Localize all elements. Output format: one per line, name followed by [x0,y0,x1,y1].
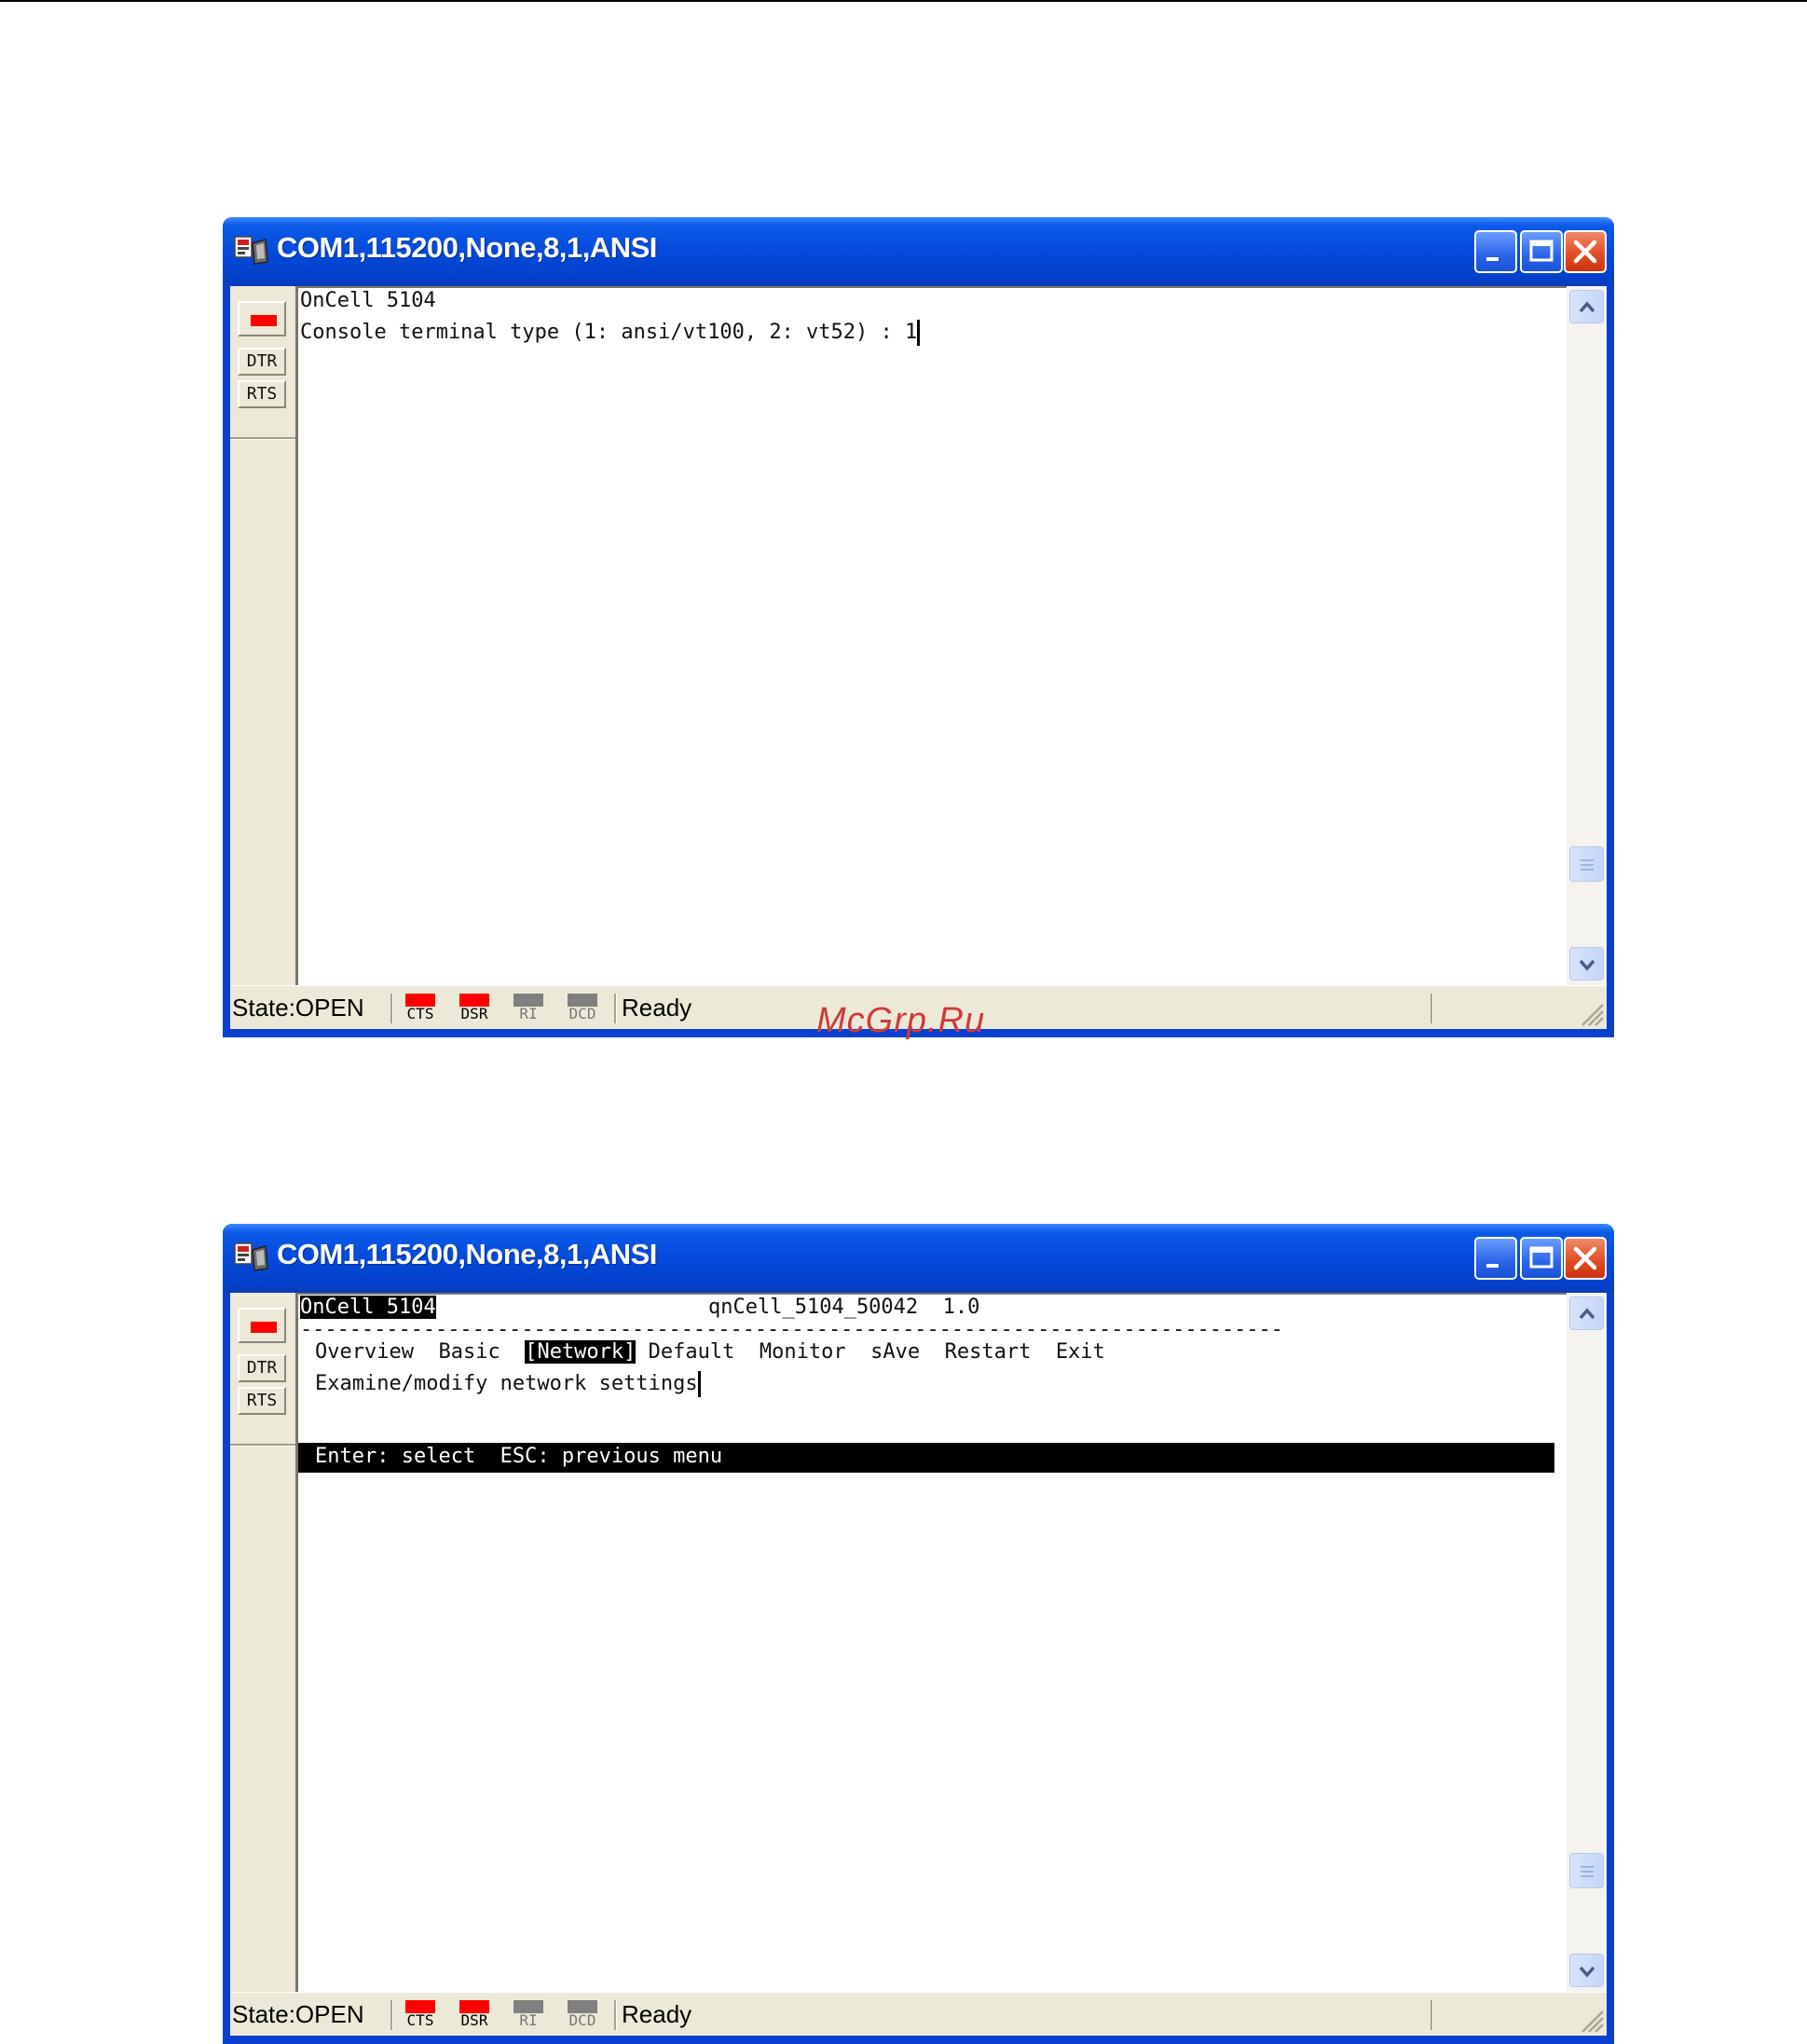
status-divider [390,994,393,1023]
maximize-button[interactable] [1520,1237,1563,1280]
menu-item-save[interactable]: sAve [870,1340,920,1364]
ready-status: Ready [622,994,692,1022]
scroll-up-button[interactable] [1569,290,1604,323]
dsr-indicator: DSR [458,2000,491,2032]
ready-status: Ready [622,2000,692,2028]
status-divider [390,2000,393,2030]
minimize-icon [1486,257,1499,261]
window-client-area: DTR RTS OnCell 5104 Console terminal typ… [230,286,1607,1029]
chevron-up-icon [1579,1308,1595,1320]
prompt-text: Console terminal type (1: ansi/vt100, 2:… [300,321,918,344]
scroll-thumb[interactable] [1569,846,1604,882]
dtr-button[interactable]: DTR [238,348,286,376]
help-text: Enter: select ESC: previous menu [315,1445,723,1468]
text-cursor [697,1371,701,1397]
dcd-indicator: DCD [566,2000,599,2032]
close-icon [1573,1246,1597,1270]
page-top-rule [0,0,1807,2]
terminal-screen[interactable]: OnCell 5104 qnCell_5104_50042 1.0 ------… [295,1293,1567,1992]
terminal-window-1: COM1,115200,None,8,1,ANSI DTR RTS OnCell… [223,217,1614,1037]
scroll-up-button[interactable] [1569,1296,1604,1330]
close-button[interactable] [1564,1237,1607,1280]
title-bar[interactable]: COM1,115200,None,8,1,ANSI [223,1224,1614,1293]
dcd-indicator: DCD [566,994,599,1025]
watermark: McGrp.Ru [816,1001,986,1040]
minimize-button[interactable] [1474,1237,1517,1280]
vertical-scrollbar[interactable] [1567,1293,1607,1992]
chevron-down-icon [1579,1966,1595,1978]
resize-grip-icon[interactable] [1577,2006,1605,2034]
menu-item-exit[interactable]: Exit [1056,1340,1105,1364]
menu-item-monitor[interactable]: Monitor [760,1340,846,1364]
menu-item-network[interactable]: [Network] [525,1340,637,1364]
chevron-up-icon [1579,301,1595,313]
rts-button[interactable]: RTS [238,1387,286,1415]
cts-indicator: CTS [404,2000,437,2032]
chevron-down-icon [1579,959,1595,971]
connection-led[interactable] [238,301,286,336]
help-bar: Enter: select ESC: previous menu [298,1443,1554,1473]
terminal-window-2: COM1,115200,None,8,1,ANSI DTR RTS OnCell… [223,1224,1614,2044]
terminal-app-icon [234,236,268,265]
menu-description-line: Examine/modify network settings [315,1371,701,1397]
menu-item-default[interactable]: Default [649,1340,735,1364]
terminal-app-icon [234,1242,268,1271]
menu-item-overview[interactable]: Overview [315,1340,414,1364]
status-divider [1431,2000,1433,2030]
menu-item-restart[interactable]: Restart [945,1340,1032,1364]
status-divider [1431,994,1433,1023]
main-menu: Overview Basic [Network] Default Monitor… [315,1339,1105,1365]
panel-divider [230,437,295,440]
window-title: COM1,115200,None,8,1,ANSI [277,231,657,264]
led-lamp [251,315,277,326]
resize-grip-icon[interactable] [1577,999,1605,1027]
device-name: OnCell 5104 [300,1296,436,1319]
status-bar: State:OPEN CTS DSR RI DCD Ready [230,1992,1607,2036]
maximize-icon [1529,240,1554,262]
ri-indicator: RI [512,2000,545,2032]
ri-indicator: RI [512,994,545,1025]
minimize-button[interactable] [1474,230,1517,273]
title-bar[interactable]: COM1,115200,None,8,1,ANSI [223,217,1614,286]
menu-item-basic[interactable]: Basic [438,1340,500,1364]
text-cursor [917,320,921,346]
window-client-area: DTR RTS OnCell 5104 qnCell_5104_50042 1.… [230,1293,1607,2036]
terminal-prompt-line: Console terminal type (1: ansi/vt100, 2:… [300,320,921,346]
scroll-down-button[interactable] [1569,947,1604,981]
signal-panel: DTR RTS [230,286,295,985]
status-divider [614,2000,617,2030]
maximize-icon [1529,1246,1554,1269]
vertical-scrollbar[interactable] [1567,286,1607,985]
connection-state: State:OPEN [232,2000,364,2028]
led-lamp [251,1322,277,1333]
close-button[interactable] [1564,230,1607,273]
rts-button[interactable]: RTS [238,380,286,408]
terminal-line: OnCell 5104 [300,289,436,312]
scroll-thumb[interactable] [1569,1853,1604,1888]
close-icon [1573,240,1597,264]
scroll-down-button[interactable] [1569,1954,1604,1987]
minimize-icon [1486,1264,1499,1268]
maximize-button[interactable] [1520,230,1563,273]
connection-led[interactable] [238,1308,286,1343]
terminal-screen[interactable]: OnCell 5104 Console terminal type (1: an… [295,286,1567,985]
menu-description: Examine/modify network settings [315,1372,698,1395]
dtr-button[interactable]: DTR [238,1354,286,1382]
dsr-indicator: DSR [458,994,491,1025]
status-divider [614,994,617,1023]
connection-state: State:OPEN [232,994,364,1022]
signal-panel: DTR RTS [230,1293,295,1992]
panel-divider [230,1444,295,1447]
cts-indicator: CTS [404,994,437,1025]
window-title: COM1,115200,None,8,1,ANSI [277,1238,657,1270]
